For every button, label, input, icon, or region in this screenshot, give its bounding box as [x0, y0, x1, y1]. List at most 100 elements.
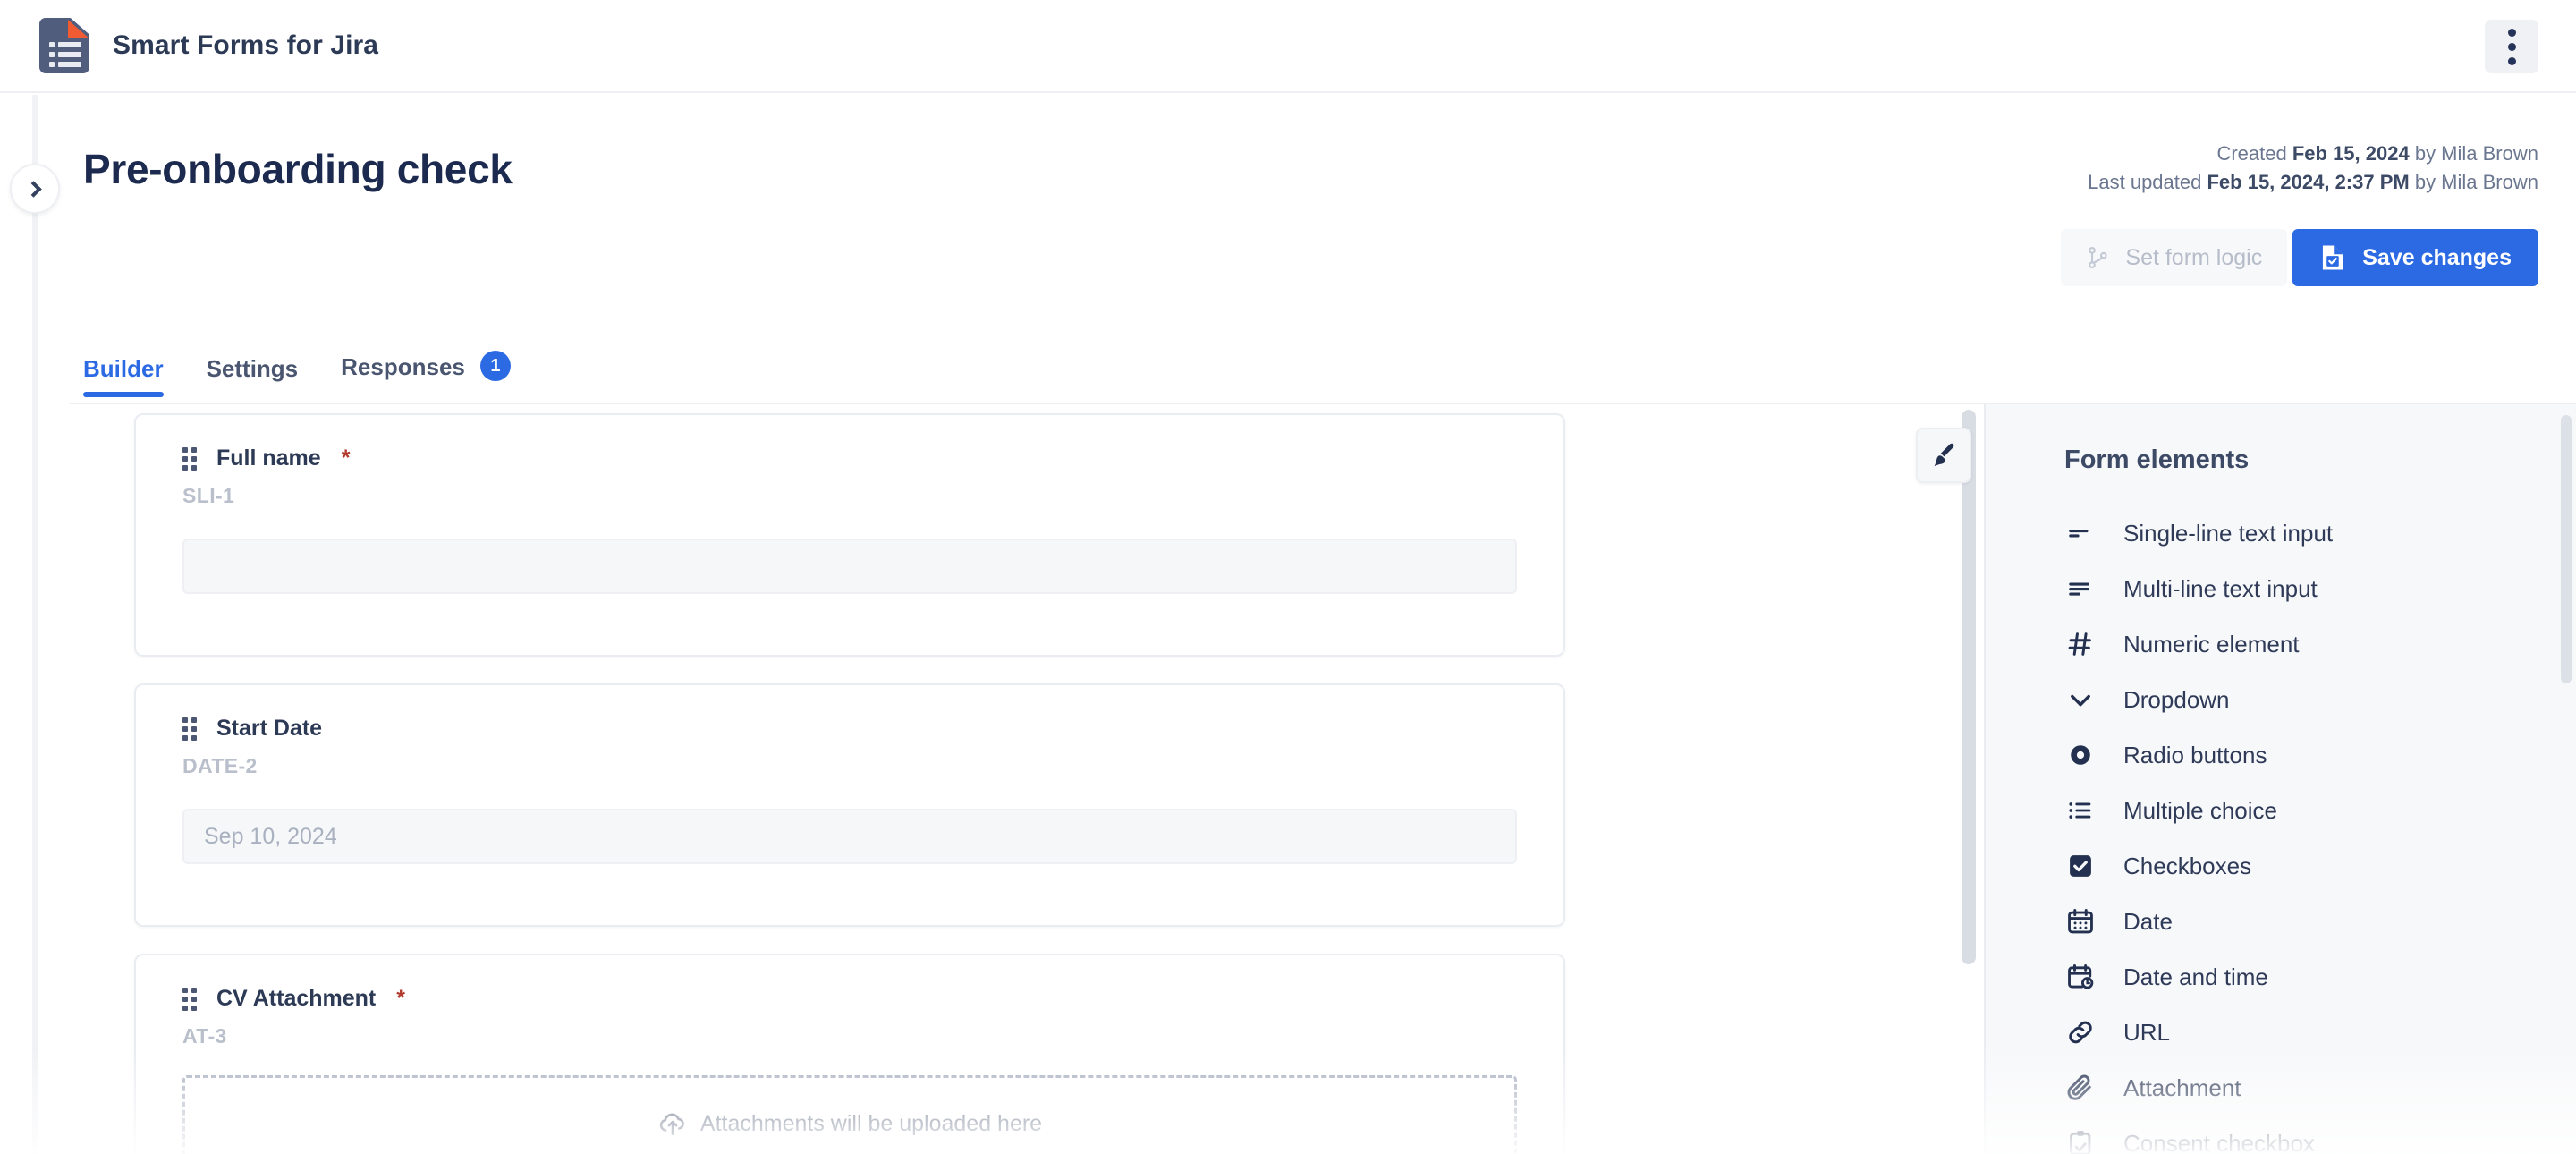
- field-code: AT-3: [182, 1024, 227, 1048]
- drag-handle-icon[interactable]: [182, 446, 197, 471]
- created-label: Created: [2216, 142, 2292, 165]
- sidebar-item-label: Radio buttons: [2123, 741, 2267, 768]
- calendar-icon: [2064, 905, 2097, 938]
- sidebar-item-url[interactable]: URL: [1986, 1005, 2576, 1060]
- field-label: Full name: [216, 445, 321, 471]
- field-label: Start Date: [216, 716, 323, 741]
- multi-line-icon: [2064, 573, 2097, 605]
- field-header: Start Date: [136, 685, 1563, 742]
- sidebar-item-multiple-choice[interactable]: Multiple choice: [1986, 783, 2576, 838]
- tab-responses-label: Responses: [341, 352, 465, 380]
- drag-handle-icon[interactable]: [182, 717, 197, 741]
- form-elements-heading: Form elements: [2064, 445, 2250, 474]
- branch-logic-icon: [2089, 246, 2108, 269]
- canvas-scrollbar-thumb[interactable]: [1962, 410, 1976, 964]
- form-builder-canvas: Full name * SLI-1 Start Date DATE-2 Sep 1…: [70, 404, 2051, 1154]
- form-document-icon: [39, 18, 89, 73]
- elements-sidebar: Form elements Single-line text input Mul…: [1984, 404, 2576, 1154]
- sidebar-item-label: Single-line text input: [2123, 519, 2334, 547]
- field-input-preview[interactable]: [182, 539, 1517, 594]
- sidebar-item-label: Numeric element: [2123, 630, 2300, 658]
- updated-line: Last updated Feb 15, 2024, 2:37 PM by Mi…: [2088, 168, 2538, 197]
- left-rail: [32, 95, 38, 1154]
- form-field-card[interactable]: CV Attachment * AT-3 Attachments will be …: [134, 954, 1565, 1154]
- form-field-card[interactable]: Start Date DATE-2 Sep 10, 2024: [134, 683, 1565, 927]
- form-meta: Created Feb 15, 2024 by Mila Brown Last …: [2088, 140, 2538, 197]
- header-actions: Set form logic Save changes: [2061, 229, 2538, 286]
- sidebar-item-label: Consent checkbox: [2123, 1129, 2315, 1154]
- created-date: Feb 15, 2024: [2292, 142, 2410, 165]
- tab-settings[interactable]: Settings: [207, 355, 299, 397]
- save-document-icon: [2323, 245, 2343, 270]
- paintbrush-icon: [1934, 443, 1954, 467]
- set-form-logic-button[interactable]: Set form logic: [2061, 229, 2288, 286]
- sidebar-item-label: Checkboxes: [2123, 852, 2252, 879]
- sidebar-item-date-and-time[interactable]: Date and time: [1986, 949, 2576, 1005]
- field-code: DATE-2: [182, 754, 258, 777]
- save-changes-label: Save changes: [2362, 244, 2512, 270]
- page-title: Pre-onboarding check: [83, 146, 513, 192]
- tab-builder-label: Builder: [83, 355, 164, 382]
- field-header: Full name *: [136, 415, 1563, 471]
- sidebar-item-label: Dropdown: [2123, 685, 2230, 713]
- save-changes-button[interactable]: Save changes: [2292, 229, 2538, 286]
- sidebar-item-checkboxes[interactable]: Checkboxes: [1986, 838, 2576, 894]
- attachment-dropzone[interactable]: Attachments will be uploaded here: [182, 1075, 1517, 1154]
- cloud-upload-icon: [659, 1113, 684, 1135]
- sidebar-item-single-line-text[interactable]: Single-line text input: [1986, 505, 2576, 561]
- sidebar-collapse-button[interactable]: [10, 164, 60, 214]
- required-asterisk: *: [396, 986, 405, 1011]
- field-label: CV Attachment: [216, 986, 377, 1011]
- responses-count-badge: 1: [479, 351, 511, 381]
- sidebar-item-consent-checkbox[interactable]: Consent checkbox: [1986, 1116, 2576, 1154]
- kebab-menu-icon[interactable]: [2485, 20, 2538, 73]
- updated-author: by Mila Brown: [2409, 171, 2538, 193]
- chevron-down-icon: [2064, 683, 2097, 716]
- calendar-clock-icon: [2064, 961, 2097, 993]
- checkbox-icon: [2064, 850, 2097, 882]
- updated-label: Last updated: [2088, 171, 2207, 193]
- sidebar-scrollbar-thumb[interactable]: [2561, 415, 2572, 683]
- radio-button-icon: [2064, 739, 2097, 771]
- field-header: CV Attachment *: [136, 955, 1563, 1012]
- sidebar-item-numeric[interactable]: Numeric element: [1986, 616, 2576, 672]
- sidebar-item-attachment[interactable]: Attachment: [1986, 1060, 2576, 1116]
- created-line: Created Feb 15, 2024 by Mila Brown: [2088, 140, 2538, 168]
- tab-responses[interactable]: Responses 1: [341, 351, 511, 397]
- list-icon: [2064, 794, 2097, 827]
- set-form-logic-label: Set form logic: [2125, 244, 2263, 270]
- single-line-icon: [2064, 517, 2097, 549]
- clipboard-check-icon: [2064, 1127, 2097, 1154]
- sidebar-item-radio-buttons[interactable]: Radio buttons: [1986, 727, 2576, 783]
- tab-settings-label: Settings: [206, 355, 299, 382]
- dropzone-label: Attachments will be uploaded here: [699, 1110, 1043, 1136]
- app-title: Smart Forms for Jira: [113, 30, 379, 60]
- form-field-card[interactable]: Full name * SLI-1: [134, 413, 1565, 657]
- created-author: by Mila Brown: [2409, 142, 2538, 165]
- sidebar-item-dropdown[interactable]: Dropdown: [1986, 672, 2576, 727]
- tab-builder[interactable]: Builder: [83, 355, 164, 397]
- sidebar-item-date[interactable]: Date: [1986, 894, 2576, 949]
- brand: Smart Forms for Jira: [39, 18, 378, 73]
- sidebar-item-multi-line-text[interactable]: Multi-line text input: [1986, 561, 2576, 616]
- field-code: SLI-1: [182, 484, 235, 507]
- sidebar-item-label: Multi-line text input: [2123, 574, 2318, 602]
- paperclip-icon: [2064, 1072, 2097, 1104]
- chevron-right-icon: [24, 180, 42, 198]
- sidebar-item-label: Multiple choice: [2123, 796, 2277, 824]
- sidebar-item-label: Attachment: [2123, 1073, 2241, 1101]
- app-bar: Smart Forms for Jira: [0, 0, 2576, 93]
- tab-bar: Builder Settings Responses 1: [83, 351, 511, 397]
- link-icon: [2064, 1016, 2097, 1048]
- updated-date: Feb 15, 2024, 2:37 PM: [2207, 171, 2410, 193]
- sidebar-item-label: Date: [2123, 907, 2173, 935]
- sidebar-item-label: Date and time: [2123, 963, 2268, 990]
- required-asterisk: *: [341, 445, 351, 471]
- field-input-preview[interactable]: Sep 10, 2024: [182, 809, 1517, 864]
- form-elements-list: Single-line text input Multi-line text i…: [1986, 505, 2576, 1154]
- hash-icon: [2064, 628, 2097, 660]
- theme-brush-button[interactable]: [1916, 428, 1971, 483]
- form-header: Pre-onboarding check Created Feb 15, 202…: [70, 95, 2576, 304]
- sidebar-item-label: URL: [2123, 1018, 2171, 1046]
- drag-handle-icon[interactable]: [182, 987, 197, 1011]
